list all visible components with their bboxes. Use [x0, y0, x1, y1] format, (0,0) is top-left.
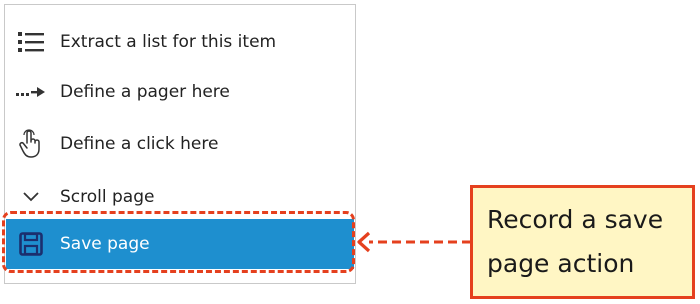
menu-item-label: Save page [60, 234, 150, 254]
list-icon [16, 27, 46, 57]
menu-item-extract-list[interactable]: Extract a list for this item [6, 17, 354, 67]
annotation-arrow [357, 231, 471, 253]
callout-line-2: page action [487, 249, 635, 278]
chevron-down-icon [16, 182, 46, 212]
menu-item-define-pager[interactable]: Define a pager here [6, 67, 354, 117]
dotted-arrow-icon [16, 77, 46, 107]
menu-item-label: Scroll page [60, 187, 155, 207]
menu-item-scroll-page[interactable]: Scroll page [6, 172, 354, 222]
menu-item-label: Extract a list for this item [60, 32, 277, 52]
callout-line-1: Record a save [487, 205, 664, 234]
save-icon [16, 229, 46, 259]
hand-pointer-icon [16, 129, 46, 159]
menu-item-save-page[interactable]: Save page [6, 219, 354, 269]
menu-item-label: Define a click here [60, 134, 219, 154]
context-menu: Extract a list for this item Define a pa… [4, 4, 356, 284]
menu-item-label: Define a pager here [60, 82, 230, 102]
annotation-callout: Record a save page action [470, 185, 695, 299]
menu-item-define-click[interactable]: Define a click here [6, 119, 354, 169]
screenshot-stage: Extract a list for this item Define a pa… [0, 0, 700, 304]
